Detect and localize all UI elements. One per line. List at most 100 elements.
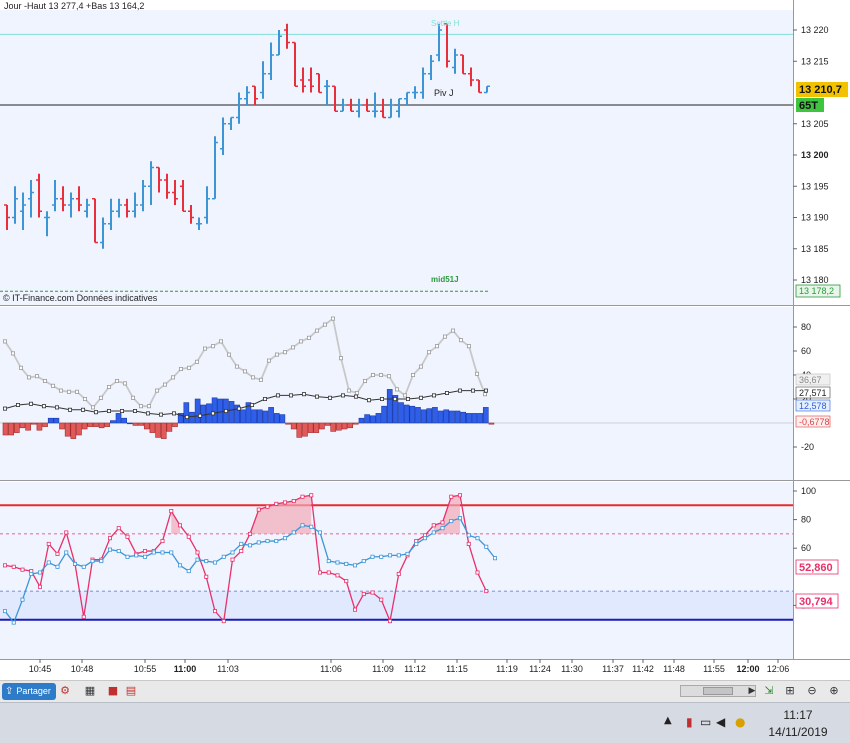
osc2-slow-point bbox=[247, 543, 252, 548]
osc1-histogram-bar bbox=[375, 413, 382, 424]
osc2-fast-point bbox=[256, 507, 261, 512]
osc2-slow-point bbox=[300, 523, 305, 528]
x-tick-label: 11:06 bbox=[320, 664, 342, 674]
osc2-fast-point bbox=[484, 589, 489, 594]
tray-expand-icon[interactable]: ▲ bbox=[664, 715, 672, 726]
osc1-histogram-bar bbox=[183, 402, 190, 424]
x-tick-label: 11:37 bbox=[602, 664, 624, 674]
osc2-fast-point bbox=[265, 504, 270, 509]
osc2-fast-point bbox=[370, 590, 375, 595]
osc1-black-point bbox=[275, 393, 280, 398]
copyright-text: © IT-Finance.com Données indicatives bbox=[3, 293, 158, 303]
osc1-gray-point bbox=[458, 338, 463, 343]
x-tick-label: 12:00 bbox=[736, 664, 759, 674]
osc1-black-point bbox=[340, 393, 345, 398]
osc1-gray-point bbox=[99, 395, 104, 400]
osc1-histogram-bar bbox=[268, 407, 274, 424]
osc1-gray-point bbox=[434, 344, 439, 349]
osc1-histogram-bar bbox=[460, 411, 466, 424]
zoom-in-icon[interactable]: ⊕ bbox=[827, 684, 841, 698]
clock-time[interactable]: 11:17 bbox=[776, 708, 820, 722]
osc1-histogram-bar bbox=[369, 415, 376, 424]
osc2-slow-point bbox=[492, 556, 497, 561]
network-icon[interactable]: ▭ bbox=[700, 715, 711, 729]
osc2-y-tick-label: 60 bbox=[801, 543, 811, 553]
osc1-histogram-bar bbox=[59, 422, 65, 430]
osc2-fast-point bbox=[212, 609, 217, 614]
header-label: Jour -Haut 13 277,4 +Bas 13 164,2 bbox=[4, 1, 144, 11]
osc2-slow-point bbox=[195, 557, 200, 562]
osc2-slow-point bbox=[405, 551, 410, 556]
osc2-slow-point bbox=[239, 541, 244, 546]
zoom-fit-icon[interactable]: ⊞ bbox=[783, 684, 797, 698]
osc1-histogram-bar bbox=[47, 417, 54, 424]
osc1-histogram-bar bbox=[330, 422, 337, 432]
scrollbar-thumb[interactable] bbox=[703, 687, 733, 695]
osc1-gray-point bbox=[306, 335, 311, 340]
globe-icon[interactable]: ● bbox=[735, 715, 745, 729]
osc1-histogram-bar bbox=[110, 420, 116, 424]
osc1-black-point bbox=[314, 394, 319, 399]
osc1-histogram-bar bbox=[121, 417, 128, 424]
osc2-fast-point bbox=[177, 523, 182, 528]
osc1-histogram-bar bbox=[341, 422, 348, 430]
osc2-fast-point bbox=[169, 509, 174, 514]
osc2-slow-point bbox=[309, 524, 314, 529]
osc2-slow-point bbox=[344, 561, 349, 566]
autoscale-icon[interactable]: ⇲ bbox=[762, 684, 776, 698]
osc1-gray-point bbox=[450, 328, 455, 333]
osc1-black-point bbox=[379, 396, 384, 401]
osc2-slow-point bbox=[90, 559, 95, 564]
osc1-y-tick-label: 60 bbox=[801, 346, 811, 356]
x-tick-label: 11:30 bbox=[561, 664, 583, 674]
osc2-fast-point bbox=[38, 584, 43, 589]
volume-icon[interactable]: ◀ bbox=[716, 715, 725, 729]
osc1-gray-point bbox=[146, 404, 151, 409]
osc1-histogram-bar bbox=[127, 422, 133, 425]
osc2-slow-point bbox=[335, 560, 340, 565]
zoom-out-icon[interactable]: ⊖ bbox=[805, 684, 819, 698]
osc2-slow-point bbox=[186, 569, 191, 574]
osc1-black-point bbox=[223, 408, 228, 413]
chart-area: Jour -Haut 13 277,4 +Bas 13 164,2 13 220… bbox=[0, 0, 850, 680]
x-tick-label: 10:55 bbox=[134, 664, 157, 674]
osc1-gray-point bbox=[386, 374, 391, 379]
osc1-value-blue: 12,578 bbox=[799, 401, 827, 411]
osc1-black-point bbox=[171, 411, 176, 416]
osc2-slow-point bbox=[352, 563, 357, 568]
grid-icon[interactable]: ▤ bbox=[124, 684, 138, 698]
osc2-fast-point bbox=[457, 493, 462, 498]
osc1-histogram-bar bbox=[432, 407, 438, 424]
osc1-gray-point bbox=[354, 390, 359, 395]
osc1-gray-point bbox=[3, 339, 8, 344]
osc1-histogram-bar bbox=[251, 409, 257, 424]
osc1-histogram-bar bbox=[454, 410, 461, 424]
indicator-icon[interactable]: ⚙ bbox=[58, 684, 72, 698]
osc1-histogram-bar bbox=[285, 422, 291, 425]
osc2-fast-point bbox=[317, 570, 322, 575]
osc1-histogram-bar bbox=[386, 389, 393, 424]
pivot-label: Piv J bbox=[434, 88, 454, 98]
share-button[interactable]: ⇪ Partager bbox=[2, 683, 56, 700]
osc1-histogram-bar bbox=[449, 410, 455, 424]
osc1-gray-point bbox=[218, 339, 223, 344]
osc2-fast-point bbox=[431, 523, 436, 528]
osc1-gray-point bbox=[67, 389, 72, 394]
stop-icon[interactable]: ■ bbox=[106, 684, 120, 698]
osc1-histogram-bar bbox=[403, 404, 410, 424]
scroll-right-icon[interactable]: ▶ bbox=[745, 684, 759, 698]
osc2-slow-point bbox=[414, 541, 419, 546]
osc1-histogram-bar bbox=[8, 422, 14, 436]
osc1-histogram-bar bbox=[76, 422, 82, 436]
clock-date[interactable]: 14/11/2019 bbox=[762, 725, 834, 739]
calculator-icon[interactable]: ▦ bbox=[83, 684, 97, 698]
osc1-histogram-bar bbox=[240, 409, 246, 424]
price-y-tick-label: 13 190 bbox=[801, 213, 829, 223]
osc2-slow-point bbox=[291, 530, 296, 535]
osc1-histogram-bar bbox=[336, 422, 342, 431]
price-y-tick-label: 13 195 bbox=[801, 181, 829, 191]
osc1-histogram-bar bbox=[19, 422, 26, 429]
osc1-histogram-bar bbox=[115, 413, 122, 424]
battery-icon[interactable]: ▮ bbox=[686, 715, 693, 729]
osc1-value-red: -0,6778 bbox=[799, 417, 830, 427]
